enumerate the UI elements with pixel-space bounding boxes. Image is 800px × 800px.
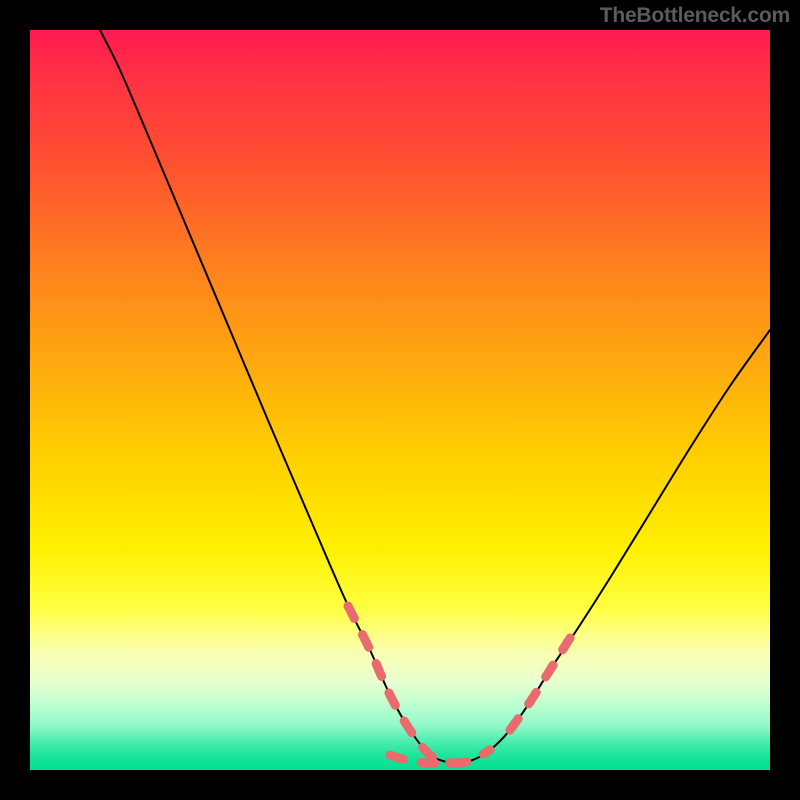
chart-svg xyxy=(30,30,770,770)
series-curve-right xyxy=(450,330,770,763)
series-highlight-left xyxy=(348,606,450,763)
chart-frame: TheBottleneck.com xyxy=(0,0,800,800)
series-curve-left xyxy=(100,30,450,763)
plot-area xyxy=(30,30,770,770)
series-layer xyxy=(100,30,770,763)
series-highlight-bottom xyxy=(390,750,490,763)
watermark-text: TheBottleneck.com xyxy=(600,4,790,28)
series-highlight-right xyxy=(510,638,570,730)
